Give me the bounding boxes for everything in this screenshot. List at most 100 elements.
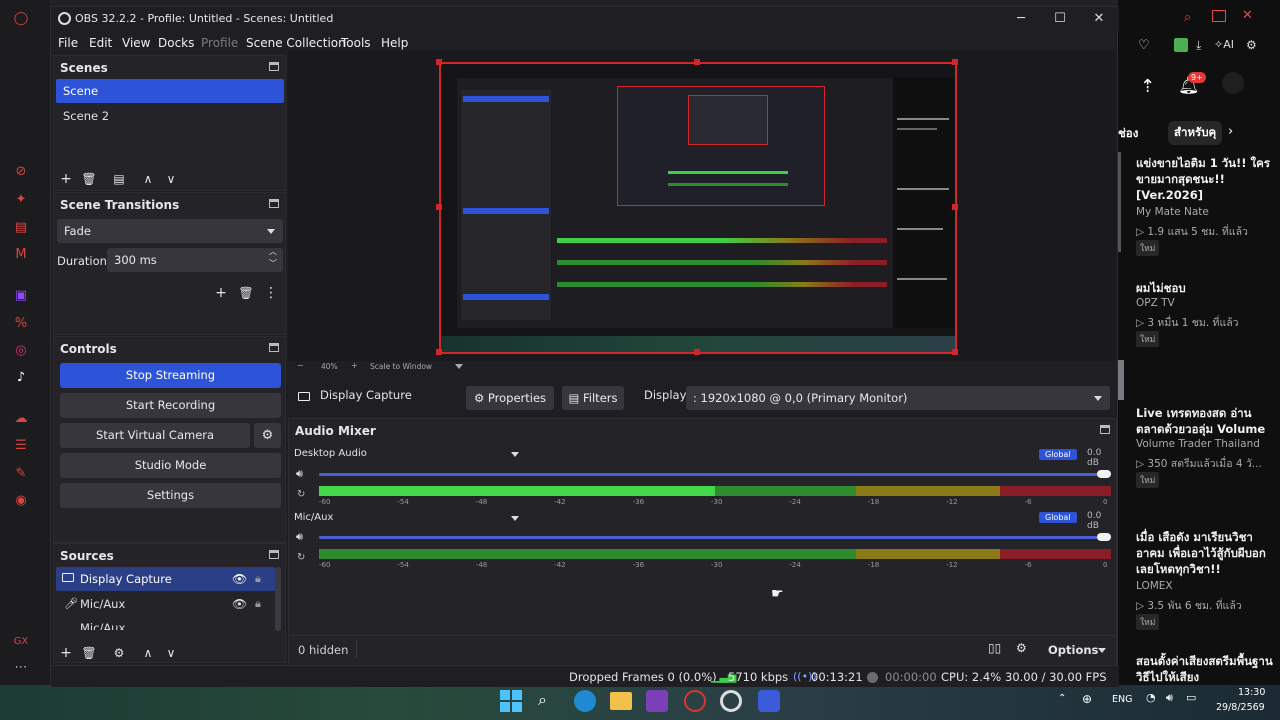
duration-field[interactable]: 300 ms ︿ ﹀ <box>107 247 283 272</box>
browser-icon[interactable]: ◯ <box>12 11 30 27</box>
scene-item[interactable]: Scene 2 <box>56 104 284 128</box>
resize-handle[interactable] <box>952 204 958 210</box>
trash-icon[interactable]: 🗑︎ <box>80 644 98 662</box>
extension-icon[interactable] <box>1174 38 1188 52</box>
zoom-in-button[interactable]: + <box>351 361 358 370</box>
tab-icon[interactable] <box>1212 10 1226 22</box>
monitor-headphones-icon[interactable]: ↻ <box>297 489 305 500</box>
twitch-icon[interactable]: ▣ <box>12 288 30 304</box>
battery-icon[interactable]: ▭ <box>1186 691 1196 704</box>
tab-channel[interactable]: ช่อง <box>1118 125 1138 143</box>
filter-icon[interactable]: ▤ <box>110 170 128 188</box>
move-down-icon[interactable]: ∨ <box>162 170 180 188</box>
transition-select[interactable]: Fade <box>57 219 283 243</box>
menu-tools[interactable]: Tools <box>341 36 371 50</box>
monitor-headphones-icon[interactable]: ↻ <box>297 552 305 563</box>
language-indicator[interactable]: ENG <box>1112 694 1132 705</box>
display-select[interactable]: : 1920x1080 @ 0,0 (Primary Monitor) <box>686 386 1110 410</box>
scale-mode[interactable]: Scale to Window <box>370 362 432 371</box>
popout-icon[interactable] <box>1100 425 1110 434</box>
menu-profile[interactable]: Profile <box>201 36 238 50</box>
app-icon[interactable]: ☁ <box>12 411 30 427</box>
clock-time[interactable]: 13:30 <box>1238 687 1265 698</box>
stop-streaming-button[interactable]: Stop Streaming <box>60 363 281 388</box>
gear-icon[interactable]: ⚙ <box>254 423 281 448</box>
app-icon[interactable]: ⊘ <box>12 164 30 180</box>
video-channel[interactable]: Volume Trader Thailand <box>1136 438 1260 450</box>
options-button[interactable]: Options <box>1048 643 1098 657</box>
resize-handle[interactable] <box>436 59 442 65</box>
network-icon[interactable]: ⊕ <box>1082 692 1092 706</box>
onenote-icon[interactable] <box>646 690 668 712</box>
obs-icon[interactable] <box>720 690 742 712</box>
eye-icon[interactable]: 👁︎ <box>232 567 247 591</box>
start-icon[interactable] <box>500 690 522 712</box>
resize-handle[interactable] <box>952 59 958 65</box>
video-title[interactable]: Live เทรดทองสด อ่านตลาดด้วยวอลุ่ม Volume <box>1136 405 1276 437</box>
chevron-down-icon[interactable] <box>455 364 463 369</box>
source-item[interactable]: Mic/Aux 🎤︎ 👁︎ 🔒︎ <box>56 592 275 616</box>
lock-icon[interactable]: 🔒︎ <box>255 567 261 591</box>
video-title[interactable]: ผมไม่ชอบ <box>1136 280 1276 296</box>
move-up-icon[interactable]: ∧ <box>139 170 157 188</box>
app-icon[interactable]: % <box>12 316 30 332</box>
minimize-button[interactable]: ─ <box>1001 10 1041 28</box>
chevron-down-icon[interactable] <box>511 452 519 457</box>
scrollbar[interactable] <box>275 567 281 631</box>
gear-icon[interactable]: ⚙ <box>110 644 128 662</box>
video-title[interactable]: แข่งขายไอติม 1 วัน!! ใครขายมากสุดชนะ!! [… <box>1136 155 1276 203</box>
properties-button[interactable]: ⚙ Properties <box>466 386 554 410</box>
preview-canvas[interactable] <box>439 62 957 354</box>
popout-icon[interactable] <box>269 62 279 71</box>
search-icon[interactable]: ⌕ <box>538 690 547 710</box>
start-recording-button[interactable]: Start Recording <box>60 393 281 418</box>
layout-icon[interactable]: ▯▯ <box>988 641 1001 655</box>
menu-view[interactable]: View <box>122 36 150 50</box>
resize-handle[interactable] <box>694 349 700 355</box>
resize-handle[interactable] <box>694 59 700 65</box>
app-icon[interactable]: GX <box>12 634 30 650</box>
edge-icon[interactable] <box>574 690 596 712</box>
ai-icon[interactable]: ✧AI <box>1214 38 1234 51</box>
source-item[interactable]: Mic/Aux <box>56 616 275 630</box>
chevron-down-icon[interactable] <box>1098 648 1106 653</box>
video-title[interactable]: เมื่อ เสือดัง มาเรียนวิชาอาคม เพื่อเอาไว… <box>1136 529 1276 577</box>
chevron-down-icon[interactable] <box>511 516 519 521</box>
mixer-settings-icon[interactable]: ⚙ <box>1016 641 1027 655</box>
menu-scene-collection[interactable]: Scene Collection <box>246 36 346 50</box>
volume-slider-knob[interactable] <box>1097 470 1111 478</box>
start-virtual-camera-button[interactable]: Start Virtual Camera <box>60 423 250 448</box>
folder-icon[interactable] <box>610 692 632 710</box>
search-icon[interactable]: ⌕ <box>1184 10 1191 25</box>
tray-chevron-icon[interactable]: ⌃ <box>1058 693 1066 704</box>
video-channel[interactable]: OPZ TV <box>1136 297 1175 309</box>
speaker-icon[interactable]: 🔊︎ <box>296 467 303 481</box>
video-channel[interactable]: My Mate Nate <box>1136 206 1209 218</box>
source-item[interactable]: Display Capture 👁︎ 🔒︎ <box>56 567 275 591</box>
popout-icon[interactable] <box>269 550 279 559</box>
tab-for-you[interactable]: สำหรับคุ <box>1168 121 1223 145</box>
app-icon[interactable]: ◉ <box>12 493 30 509</box>
menu-file[interactable]: File <box>58 36 78 50</box>
tiktok-icon[interactable]: ♪ <box>12 370 30 386</box>
close-icon[interactable]: ✕ <box>1242 8 1253 23</box>
volume-slider-knob[interactable] <box>1097 533 1111 541</box>
volume-slider[interactable] <box>319 536 1111 539</box>
lock-icon[interactable]: 🔒︎ <box>255 592 261 616</box>
trash-icon[interactable]: 🗑︎ <box>237 284 255 302</box>
chevron-right-icon[interactable]: › <box>1228 124 1233 139</box>
title-bar[interactable]: OBS 32.2.2 - Profile: Untitled - Scenes:… <box>51 7 1119 31</box>
scene-item[interactable]: Scene <box>56 79 284 103</box>
add-icon[interactable]: + <box>57 170 75 188</box>
more-icon[interactable]: ⋯ <box>12 660 30 676</box>
add-icon[interactable]: + <box>212 284 230 302</box>
add-icon[interactable]: + <box>57 644 75 662</box>
app-icon[interactable]: ☰ <box>12 438 30 454</box>
settings-button[interactable]: Settings <box>60 483 281 508</box>
video-channel[interactable]: LOMEX <box>1136 580 1173 592</box>
filters-button[interactable]: ▤ Filters <box>562 386 624 410</box>
trash-icon[interactable]: 🗑︎ <box>80 170 98 188</box>
move-down-icon[interactable]: ∨ <box>162 644 180 662</box>
resize-handle[interactable] <box>436 349 442 355</box>
maximize-button[interactable]: ☐ <box>1040 10 1080 28</box>
